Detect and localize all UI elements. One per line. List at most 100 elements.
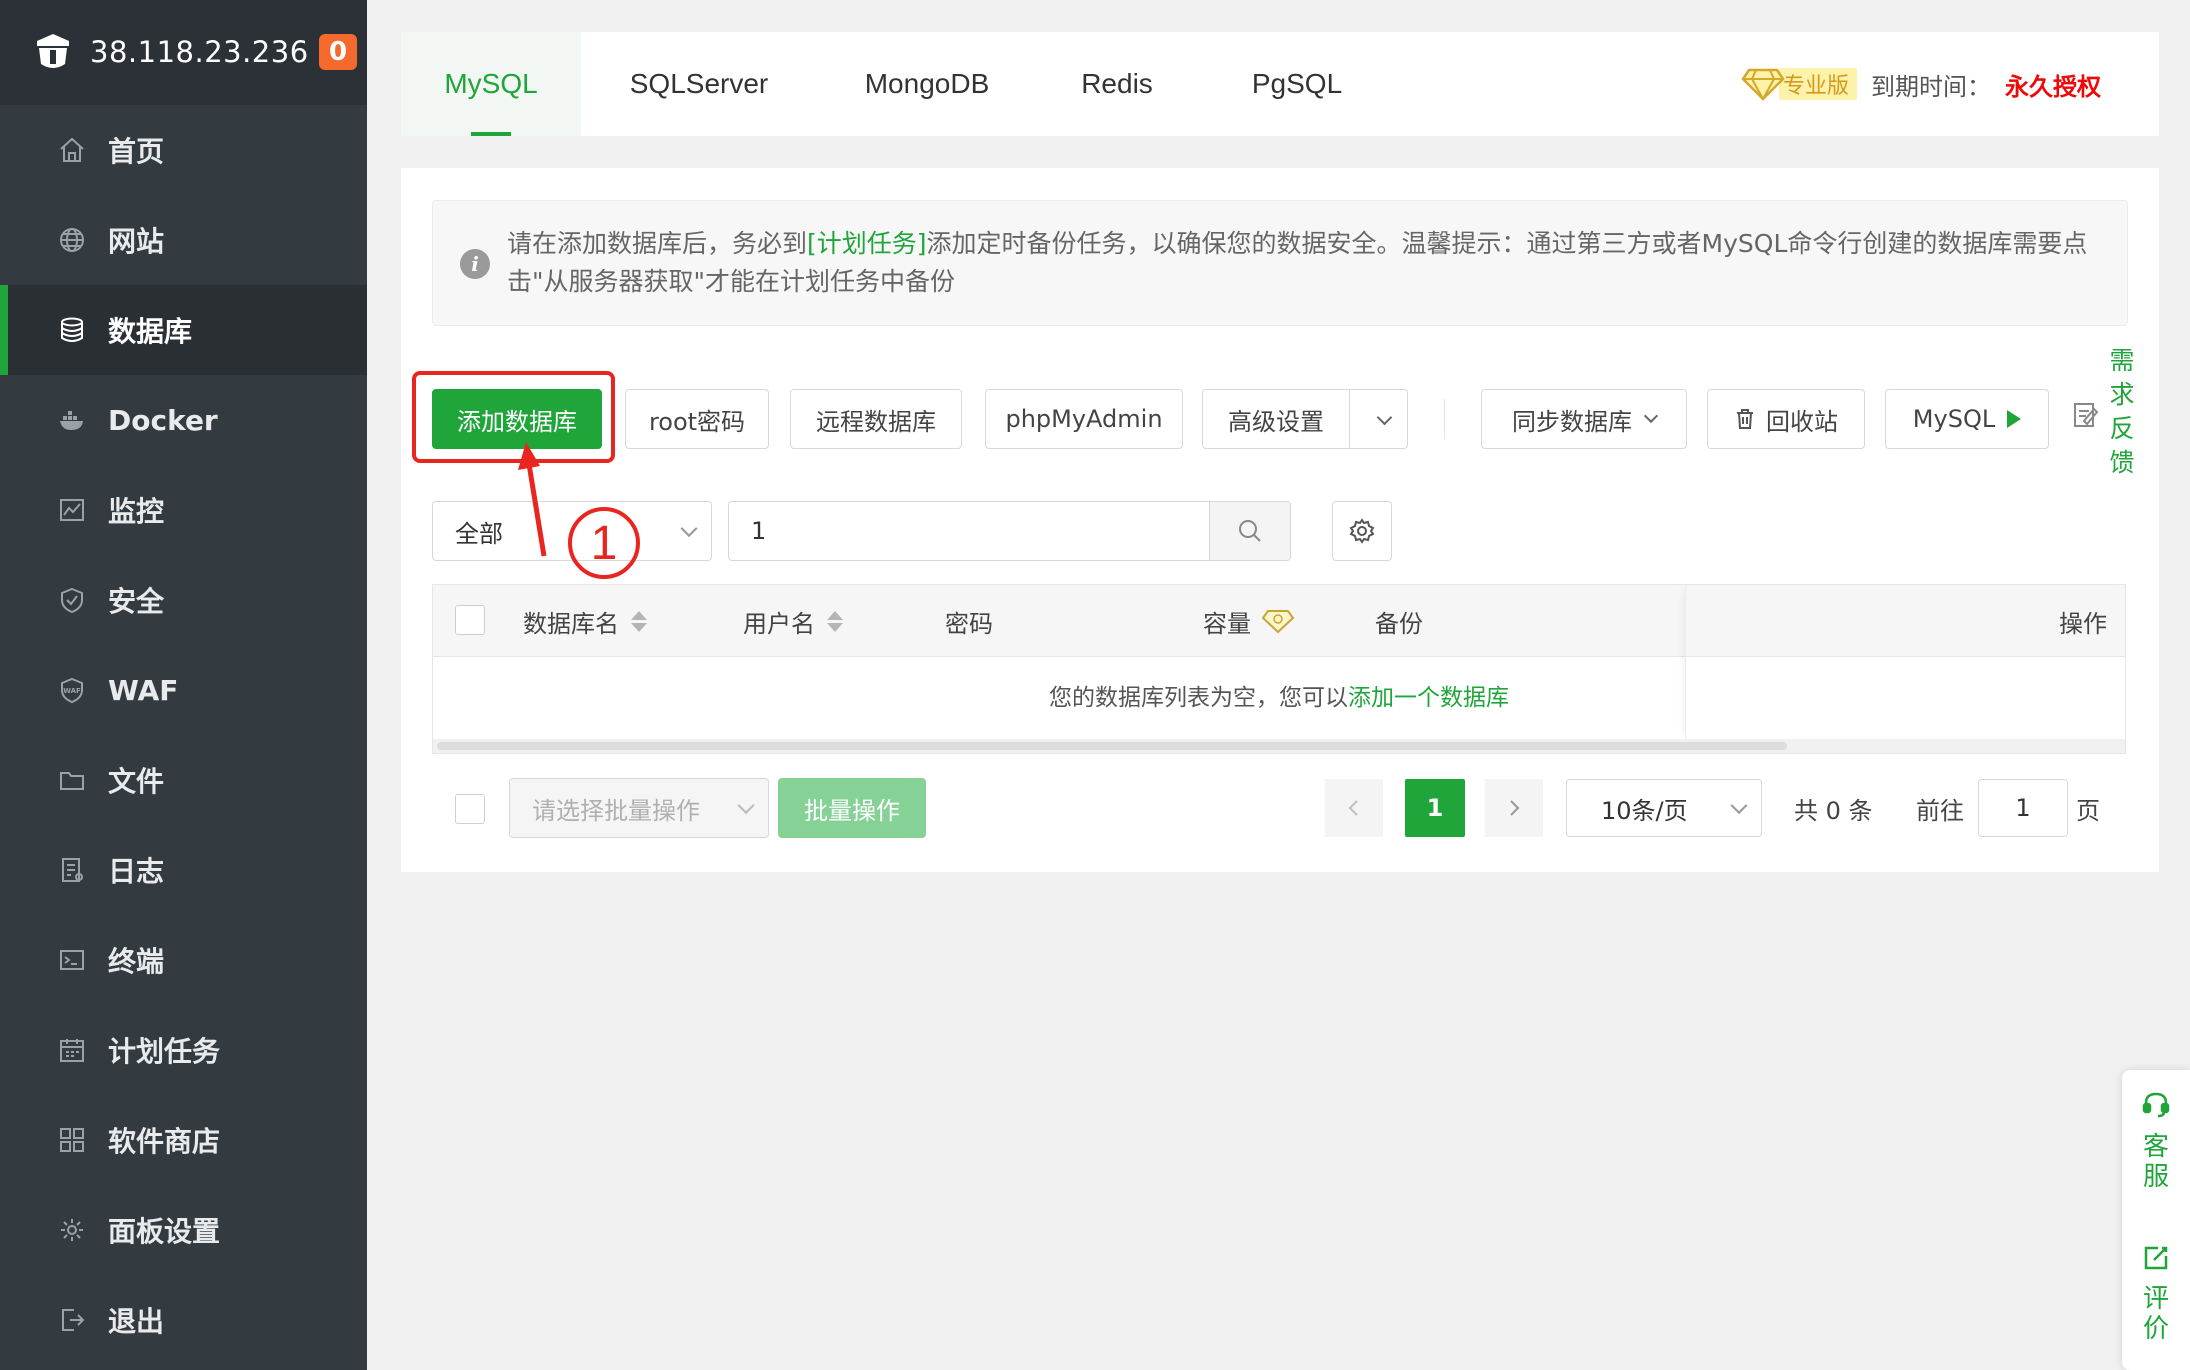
tab-sqlserver[interactable]: SQLServer — [581, 32, 817, 136]
column-header-user[interactable]: 用户名 — [743, 585, 843, 657]
backup-notice: i 请在添加数据库后，务必到[计划任务]添加定时备份任务，以确保您的数据安全。温… — [432, 200, 2128, 326]
service-char: 服 — [2142, 1162, 2169, 1192]
batch-action-button[interactable]: 批量操作 — [778, 778, 926, 838]
sidebar-item-panel-settings[interactable]: 面板设置 — [0, 1185, 367, 1275]
search-input-value: 1 — [751, 517, 767, 545]
server-ip[interactable]: 38.118.23.236 — [90, 35, 319, 69]
cron-task-link[interactable]: [计划任务] — [807, 229, 927, 258]
chevron-down-icon — [1730, 797, 1748, 815]
root-password-button[interactable]: root密码 — [625, 389, 769, 449]
page-size-select[interactable]: 10条/页 — [1566, 779, 1762, 837]
notice-text-before: 请在添加数据库后，务必到 — [507, 229, 808, 258]
notice-text: 请在添加数据库后，务必到[计划任务]添加定时备份任务，以确保您的数据安全。温馨提… — [507, 225, 2097, 301]
recycle-bin-label: 回收站 — [1766, 407, 1838, 436]
sidebar-item-database[interactable]: 数据库 — [0, 285, 367, 375]
pro-edition-badge[interactable]: 专业版 — [1778, 68, 1857, 100]
total-count: 共 0 条 — [1794, 796, 1873, 825]
column-settings-button[interactable] — [1332, 501, 1392, 561]
batch-action-select[interactable]: 请选择批量操作 — [509, 778, 769, 838]
sidebar-item-label: 计划任务 — [108, 1035, 221, 1068]
sort-icon[interactable] — [631, 610, 647, 632]
prev-page-button[interactable] — [1325, 779, 1383, 837]
sidebar-item-docker[interactable]: Docker — [0, 375, 367, 465]
page-number-current[interactable]: 1 — [1405, 779, 1465, 837]
advanced-settings-button[interactable]: 高级设置 — [1202, 389, 1408, 449]
review-link[interactable]: 评 价 — [2122, 1284, 2190, 1344]
sidebar-item-label: 退出 — [108, 1305, 165, 1338]
page-size-value: 10条/页 — [1601, 796, 1688, 825]
sidebar-header: 38.118.23.236 0 — [0, 0, 367, 105]
sidebar-item-label: Docker — [108, 403, 218, 437]
feedback-char: 需 — [2109, 346, 2135, 375]
message-count-badge[interactable]: 0 — [319, 34, 357, 70]
sync-database-button[interactable]: 同步数据库 — [1481, 389, 1687, 449]
footer-select-checkbox[interactable] — [455, 794, 485, 824]
remote-database-button[interactable]: 远程数据库 — [790, 389, 962, 449]
goto-page-value: 1 — [2015, 794, 2031, 822]
shield-icon — [58, 586, 86, 614]
database-panel: i 请在添加数据库后，务必到[计划任务]添加定时备份任务，以确保您的数据安全。温… — [401, 168, 2159, 872]
feedback-link[interactable]: 需 求 反 馈 — [2102, 344, 2142, 480]
mysql-service-button[interactable]: MySQL — [1885, 389, 2049, 449]
sidebar-item-monitor[interactable]: 监控 — [0, 465, 367, 555]
tab-pgsql[interactable]: PgSQL — [1197, 32, 1397, 136]
sidebar-item-security[interactable]: 安全 — [0, 555, 367, 645]
sidebar-item-label: 终端 — [108, 945, 165, 978]
customer-service-icon[interactable] — [2142, 1090, 2170, 1118]
chevron-right-icon — [1510, 800, 1520, 816]
waf-shield-icon: WAF — [58, 676, 86, 704]
column-header-capacity: 容量 — [1203, 585, 1295, 657]
info-icon: i — [460, 249, 490, 279]
sidebar-item-files[interactable]: 文件 — [0, 735, 367, 825]
goto-page-input[interactable]: 1 — [1978, 779, 2068, 837]
sidebar-item-website[interactable]: 网站 — [0, 195, 367, 285]
sort-icon[interactable] — [827, 610, 843, 632]
chevron-down-icon[interactable] — [1376, 409, 1393, 426]
chevron-down-icon — [737, 797, 755, 815]
home-icon — [58, 136, 86, 164]
recycle-bin-button[interactable]: 回收站 — [1707, 389, 1865, 449]
feedback-edit-icon[interactable] — [2072, 400, 2100, 430]
review-edit-icon[interactable] — [2142, 1244, 2170, 1272]
diamond-icon — [1741, 68, 1785, 102]
folder-icon — [58, 766, 86, 794]
toolbar-divider — [1444, 399, 1445, 439]
next-page-button[interactable] — [1485, 779, 1543, 837]
search-input[interactable]: 1 — [728, 501, 1210, 561]
tab-mongodb[interactable]: MongoDB — [817, 32, 1037, 136]
split-divider — [1349, 390, 1350, 448]
pro-diamond-icon — [1261, 610, 1295, 634]
feedback-char: 反 — [2109, 414, 2135, 443]
column-header-backup: 备份 — [1375, 609, 1423, 638]
review-char: 评 — [2142, 1284, 2169, 1314]
add-database-link[interactable]: 添加一个数据库 — [1348, 678, 1509, 712]
search-icon — [1239, 520, 1261, 542]
select-all-checkbox[interactable] — [455, 605, 485, 635]
sidebar-item-app-store[interactable]: 软件商店 — [0, 1095, 367, 1185]
sidebar-item-logs[interactable]: 日志 — [0, 825, 367, 915]
sync-database-label: 同步数据库 — [1512, 407, 1632, 436]
sidebar-item-waf[interactable]: WAF WAF — [0, 645, 367, 735]
page-suffix: 页 — [2076, 796, 2100, 825]
gear-icon — [1349, 518, 1375, 544]
logout-icon — [58, 1306, 86, 1334]
database-table: 数据库名 用户名 密码 容量 备份 操作 您的数据库列表为空，您可以 添加一个数据… — [432, 584, 2126, 754]
svg-text:WAF: WAF — [63, 687, 81, 695]
db-type-tabs: MySQL SQLServer MongoDB Redis PgSQL 专业版 … — [401, 32, 2159, 136]
phpmyadmin-button[interactable]: phpMyAdmin — [985, 389, 1183, 449]
tab-redis[interactable]: Redis — [1037, 32, 1197, 136]
column-header-name[interactable]: 数据库名 — [523, 585, 647, 657]
horizontal-scrollbar[interactable] — [433, 739, 2125, 753]
sidebar-item-home[interactable]: 首页 — [0, 105, 367, 195]
customer-service-link[interactable]: 客 服 — [2122, 1132, 2190, 1192]
sidebar-item-terminal[interactable]: 终端 — [0, 915, 367, 1005]
sidebar-item-cron[interactable]: 计划任务 — [0, 1005, 367, 1095]
chevron-down-icon — [680, 520, 698, 538]
sidebar-item-logout[interactable]: 退出 — [0, 1275, 367, 1365]
search-button[interactable] — [1209, 501, 1291, 561]
scrollbar-thumb[interactable] — [437, 742, 1787, 750]
license-info: 专业版 到期时间： 永久授权 — [1741, 32, 2101, 136]
service-char: 客 — [2142, 1132, 2169, 1162]
monitor-icon — [58, 496, 86, 524]
tab-mysql[interactable]: MySQL — [401, 32, 581, 136]
